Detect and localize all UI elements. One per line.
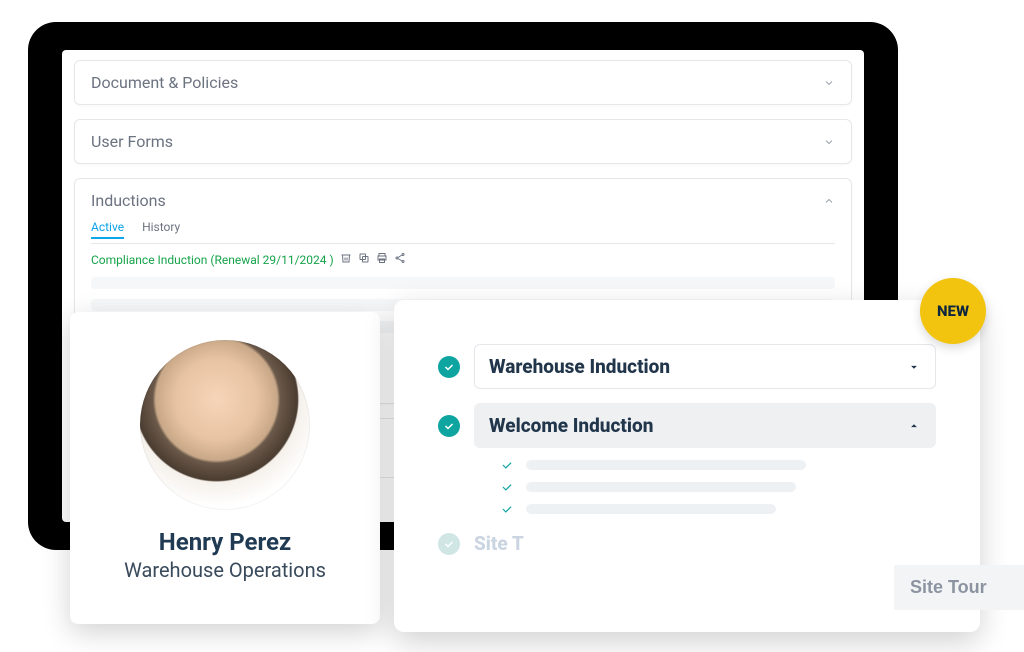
skeleton-line	[526, 460, 806, 470]
induction-item-title: Warehouse Induction	[489, 355, 670, 378]
add-induction-wrap	[894, 565, 1024, 610]
induction-row-warehouse: Warehouse Induction	[438, 344, 936, 389]
induction-card: NEW Warehouse Induction Welcome Inductio…	[394, 300, 980, 632]
add-induction-input[interactable]	[894, 565, 1024, 610]
accordion-documents-title: Document & Policies	[91, 73, 238, 92]
skeleton-line	[526, 482, 796, 492]
check-icon	[500, 480, 514, 494]
compliance-label[interactable]: Compliance Induction (Renewal 29/11/2024…	[91, 253, 334, 267]
subtask-item	[500, 502, 936, 516]
copy-icon[interactable]	[358, 252, 370, 267]
induction-row-welcome: Welcome Induction	[438, 403, 936, 448]
profile-role: Warehouse Operations	[124, 558, 326, 582]
induction-item-title-ghost: Site T	[474, 532, 524, 555]
tab-active[interactable]: Active	[91, 220, 124, 239]
avatar	[140, 340, 310, 510]
chevron-up-icon	[823, 195, 835, 207]
caret-up-icon	[907, 419, 921, 433]
inductions-tabs: Active History	[91, 220, 835, 244]
chevron-down-icon	[823, 77, 835, 89]
subtask-item	[500, 458, 936, 472]
check-circle-icon	[438, 415, 460, 437]
chevron-down-icon	[823, 136, 835, 148]
accordion-userforms-title: User Forms	[91, 132, 173, 151]
accordion-inductions-title: Inductions	[91, 191, 166, 210]
check-circle-icon	[438, 533, 460, 555]
welcome-subtasks	[500, 458, 936, 516]
induction-item-warehouse[interactable]: Warehouse Induction	[474, 344, 936, 389]
check-circle-icon	[438, 356, 460, 378]
induction-row-sitetour-ghost: Site T	[438, 532, 936, 555]
compliance-row: Compliance Induction (Renewal 29/11/2024…	[91, 244, 835, 267]
check-icon	[500, 502, 514, 516]
trash-icon[interactable]	[340, 252, 352, 267]
print-icon[interactable]	[376, 252, 388, 267]
new-badge: NEW	[920, 278, 986, 344]
caret-down-icon	[907, 360, 921, 374]
subtask-item	[500, 480, 936, 494]
accordion-documents[interactable]: Document & Policies	[74, 60, 852, 105]
accordion-userforms[interactable]: User Forms	[74, 119, 852, 164]
skeleton-line	[526, 504, 776, 514]
list-placeholder-row	[91, 277, 835, 289]
tab-history[interactable]: History	[142, 220, 180, 239]
profile-card: Henry Perez Warehouse Operations	[70, 312, 380, 624]
induction-item-title: Welcome Induction	[489, 414, 653, 437]
profile-name: Henry Perez	[159, 528, 291, 556]
check-icon	[500, 458, 514, 472]
share-icon[interactable]	[394, 252, 406, 267]
induction-item-welcome[interactable]: Welcome Induction	[474, 403, 936, 448]
